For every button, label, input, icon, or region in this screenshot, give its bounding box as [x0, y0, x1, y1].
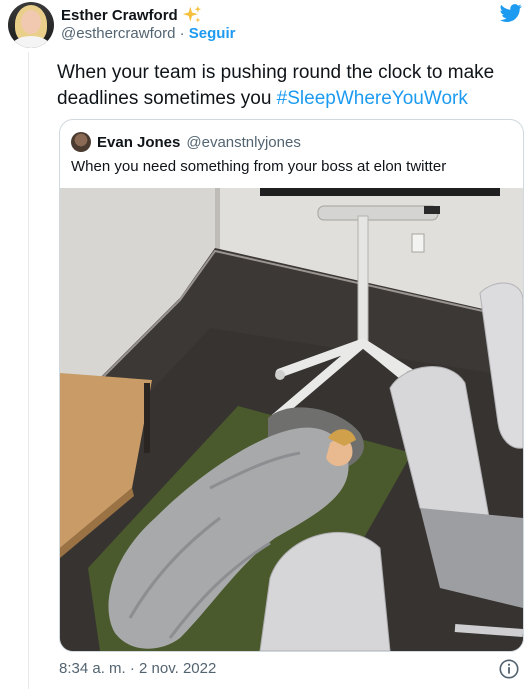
- quoted-tweet-card[interactable]: Evan Jones @evanstnlyjones When you need…: [59, 119, 524, 652]
- quoted-tweet-header: Evan Jones @evanstnlyjones: [71, 132, 301, 152]
- quoted-tweet-text: When you need something from your boss a…: [71, 158, 447, 175]
- follow-button[interactable]: Seguir: [189, 25, 236, 42]
- author-avatar[interactable]: [8, 2, 54, 48]
- thread-divider-line: [28, 52, 29, 689]
- quoted-author-avatar: [71, 132, 91, 152]
- info-icon[interactable]: [498, 658, 520, 680]
- tweet-timestamp[interactable]: 8:34 a. m. · 2 nov. 2022: [59, 660, 216, 677]
- twitter-bird-icon[interactable]: [499, 2, 523, 24]
- author-handle-row: @esthercrawford · Seguir: [61, 25, 235, 42]
- author-name[interactable]: Esther Crawford: [61, 7, 178, 24]
- author-handle[interactable]: @esthercrawford: [61, 25, 175, 42]
- hashtag-link[interactable]: #SleepWhereYouWork: [277, 88, 468, 109]
- quoted-tweet-photo[interactable]: [60, 188, 523, 651]
- tweet-text: When your team is pushing round the cloc…: [57, 60, 527, 112]
- quoted-author-handle: @evanstnlyjones: [186, 133, 301, 151]
- tweet-header: Esther Crawford @esthercrawford · Seguir: [8, 2, 523, 50]
- quoted-author-name: Evan Jones: [97, 133, 181, 151]
- author-name-row: Esther Crawford: [61, 5, 202, 25]
- sparkles-icon: [182, 5, 201, 23]
- separator-dot: ·: [179, 25, 189, 42]
